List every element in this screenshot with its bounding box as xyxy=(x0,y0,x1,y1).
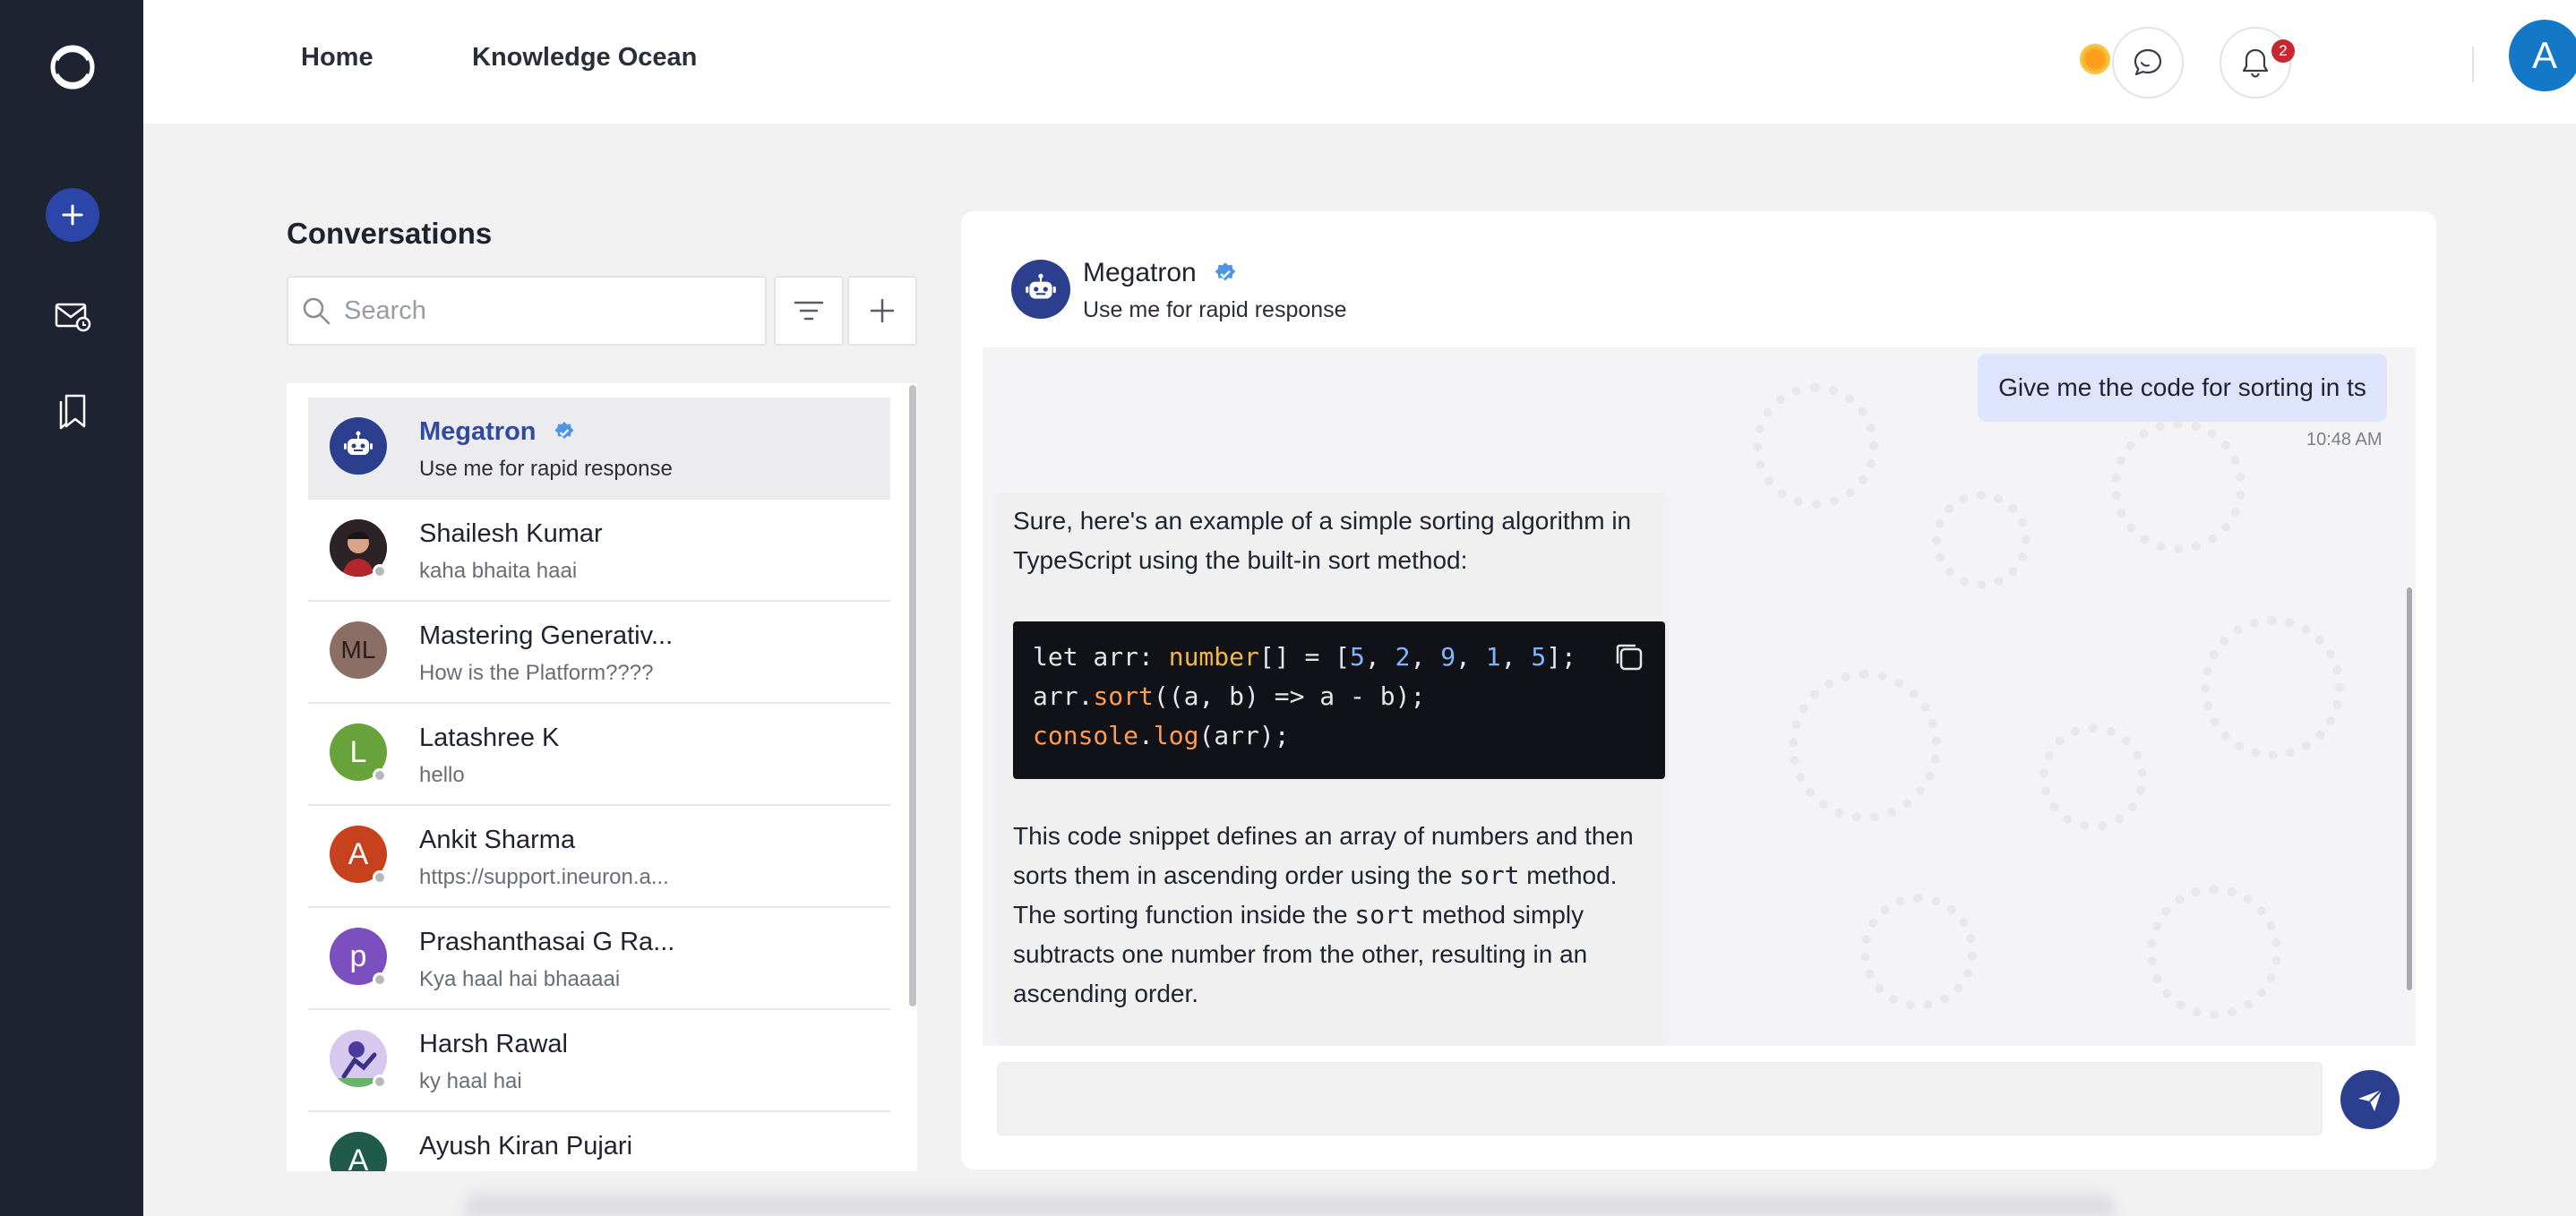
conversation-preview: How is the Platform???? xyxy=(419,661,654,685)
chat-panel: Megatron Use me for rapid response Give … xyxy=(961,211,2436,1169)
conversation-name: Harsh Rawal xyxy=(419,1030,568,1058)
reply-line: sorts them in ascending order using the … xyxy=(1013,861,1618,890)
bell-icon xyxy=(2242,48,2269,78)
bot-avatar xyxy=(1011,260,1070,319)
background-pattern xyxy=(2201,616,2344,759)
conversation-item[interactable]: Harsh Rawal ky haal hai xyxy=(308,1010,890,1112)
robot-icon xyxy=(1026,273,1056,299)
conversation-list: Megatron Use me for rapid response Shail… xyxy=(287,383,917,1171)
status-dot xyxy=(373,972,387,987)
code-block: let arr: number[] = [5, 2, 9, 1, 5]; arr… xyxy=(1013,621,1665,779)
chat-title-text: Megatron xyxy=(1083,258,1197,287)
avatar-initials: A xyxy=(330,1132,387,1171)
avatar-initials: ML xyxy=(330,621,387,679)
reply-line: ascending order. xyxy=(1013,980,1199,1007)
conversation-item[interactable]: Shailesh Kumar kaha bhaita haai xyxy=(308,500,890,602)
background-pattern xyxy=(2039,724,2147,831)
search-input[interactable]: Search xyxy=(287,276,767,346)
filter-button[interactable] xyxy=(774,276,844,346)
conversation-name: Ayush Kiran Pujari xyxy=(419,1132,633,1160)
status-dot xyxy=(373,1075,387,1089)
status-dot xyxy=(373,870,387,885)
message-input[interactable] xyxy=(997,1062,2323,1135)
conversation-item[interactable]: A Ayush Kiran Pujari xyxy=(308,1112,890,1171)
conversation-scrollbar[interactable] xyxy=(909,385,916,1006)
app-logo-icon[interactable] xyxy=(47,42,98,92)
background-pattern xyxy=(1753,383,1878,509)
bot-avatar xyxy=(330,417,387,475)
message-timestamp: 10:48 AM xyxy=(2306,430,2383,450)
left-rail xyxy=(0,0,143,1216)
conversation-preview: https://support.ineuron.a... xyxy=(419,865,669,889)
plus-icon xyxy=(870,298,895,323)
code-line: let arr: number[] = [5, 2, 9, 1, 5]; xyxy=(1033,642,1576,672)
conversations-title: Conversations xyxy=(287,217,493,250)
conversation-item[interactable]: ML Mastering Generativ... How is the Pla… xyxy=(308,602,890,704)
chat-title: Megatron xyxy=(1083,258,1238,288)
conversation-preview: Kya haal hai bhaaaai xyxy=(419,967,621,991)
chat-bubble-icon xyxy=(2134,48,2162,76)
coin-icon xyxy=(2080,43,2110,74)
search-icon xyxy=(303,297,331,325)
background-pattern xyxy=(1932,491,2031,589)
conversation-preview: hello xyxy=(419,763,465,787)
reply-line: TypeScript using the built-in sort metho… xyxy=(1013,546,1468,574)
message-scrollbar[interactable] xyxy=(2407,587,2412,990)
verified-badge-icon xyxy=(554,422,574,440)
reply-line: The sorting function inside the sort met… xyxy=(1013,900,1584,929)
code-line: console.log(arr); xyxy=(1033,721,1290,750)
status-dot xyxy=(373,768,387,783)
reply-outro: This code snippet defines an array of nu… xyxy=(1013,817,1676,1014)
mail-icon[interactable] xyxy=(54,297,91,335)
plus-icon xyxy=(62,204,83,226)
header-divider xyxy=(2472,47,2474,82)
reply-line: Sure, here's an example of a simple sort… xyxy=(1013,507,1632,535)
conversation-name: Mastering Generativ... xyxy=(419,621,674,650)
send-button[interactable] xyxy=(2340,1070,2400,1129)
background-pattern xyxy=(2111,419,2245,553)
new-conversation-button[interactable] xyxy=(847,276,917,346)
conversation-name: Prashanthasai G Ra... xyxy=(419,928,675,956)
conversation-item[interactable]: A Ankit Sharma https://support.ineuron.a… xyxy=(308,806,890,908)
conversation-name: Ankit Sharma xyxy=(419,826,576,854)
background-pattern xyxy=(1789,670,1941,822)
notifications-button[interactable]: 2 xyxy=(2220,27,2295,98)
conversation-name: Megatron xyxy=(419,417,576,447)
reply-intro: Sure, here's an example of a simple sort… xyxy=(1013,501,1676,580)
conversation-item-megatron[interactable]: Megatron Use me for rapid response xyxy=(308,398,890,500)
notification-badge: 2 xyxy=(2271,39,2295,63)
chat-button[interactable] xyxy=(2112,27,2184,98)
verified-badge-icon xyxy=(1215,262,1236,281)
send-icon xyxy=(2358,1089,2383,1111)
bottom-shadow xyxy=(466,1191,2114,1216)
outgoing-message: Give me the code for sorting in ts xyxy=(1978,354,2387,422)
incoming-message: Sure, here's an example of a simple sort… xyxy=(995,492,1669,1046)
conversation-preview: ky haal hai xyxy=(419,1069,522,1093)
conversation-item[interactable]: p Prashanthasai G Ra... Kya haal hai bha… xyxy=(308,908,890,1010)
message-area: Give me the code for sorting in ts 10:48… xyxy=(983,347,2416,1046)
conversation-preview: kaha bhaita haai xyxy=(419,559,578,583)
conversation-name-text: Megatron xyxy=(419,417,537,446)
bookmarks-icon[interactable] xyxy=(56,390,91,430)
chat-subtitle: Use me for rapid response xyxy=(1083,297,1347,322)
conversation-name: Shailesh Kumar xyxy=(419,519,603,548)
user-avatar[interactable]: A xyxy=(2509,20,2576,91)
new-item-button[interactable] xyxy=(46,188,99,242)
background-pattern xyxy=(2147,885,2281,1019)
reply-line: This code snippet defines an array of nu… xyxy=(1013,822,1634,850)
conversation-item[interactable]: L Latashree K hello xyxy=(308,704,890,806)
top-bar: Home Knowledge Ocean 232 2 A xyxy=(143,0,2576,124)
reply-line: subtracts one number from the other, res… xyxy=(1013,940,1588,968)
conversation-preview: Use me for rapid response xyxy=(419,457,673,481)
conversation-name: Latashree K xyxy=(419,724,560,752)
search-placeholder: Search xyxy=(344,295,426,325)
background-pattern xyxy=(1860,894,1977,1010)
robot-icon xyxy=(344,431,373,455)
nav-home[interactable]: Home xyxy=(301,43,374,73)
code-line: arr.sort((a, b) => a - b); xyxy=(1033,681,1426,711)
copy-code-icon[interactable] xyxy=(1611,639,1647,675)
status-dot xyxy=(373,564,387,578)
nav-knowledge-ocean[interactable]: Knowledge Ocean xyxy=(472,43,697,73)
filter-icon xyxy=(794,301,824,321)
